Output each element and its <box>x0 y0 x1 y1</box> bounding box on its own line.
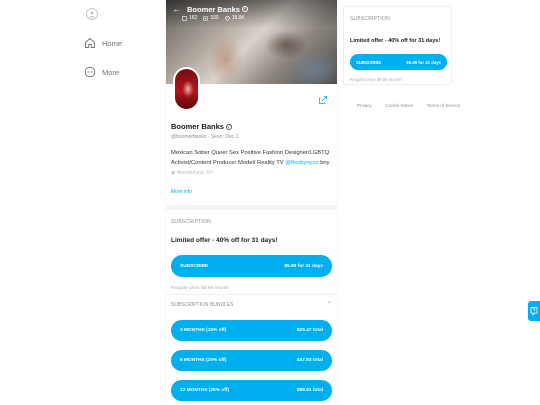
profile-handle-line: @boomerbanks · Seen: Dec 2 <box>171 134 331 140</box>
bundle-price: $25.47 total <box>296 328 323 333</box>
subscribe-button[interactable]: SUBSCRIBE $5.99 for 31 days <box>171 255 332 277</box>
bundle-price: $47.93 total <box>296 358 323 363</box>
profile-name-text: Boomer Banks <box>171 122 224 131</box>
cover-header: ← Boomer Banks ✓ <box>172 4 248 14</box>
user-avatar-icon[interactable] <box>86 8 98 20</box>
bundle-divider <box>166 294 337 295</box>
right-subscribe-label: SUBSCRIBE <box>356 59 382 65</box>
bundles-label: SUBSCRIPTION BUNDLES <box>171 301 234 308</box>
section-divider <box>166 205 337 210</box>
chevron-up-icon[interactable]: ⌃ <box>327 301 332 308</box>
subscription-label: SUBSCRIPTION <box>171 219 211 225</box>
likes-stat: 18.8K <box>224 15 245 21</box>
nav-item-home[interactable]: Home <box>84 37 154 49</box>
location-pin-icon: ◉ <box>171 170 176 176</box>
footer-separator: · <box>377 103 380 108</box>
media-icon <box>203 15 209 21</box>
privacy-link[interactable]: Privacy <box>357 103 372 108</box>
profile-bio: Mexican Sober Queer Sex Positive Fashion… <box>171 148 331 168</box>
posts-icon <box>182 15 187 21</box>
bio-link[interactable]: @flexbynyco <box>285 160 318 166</box>
cover-profile-name: Boomer Banks ✓ <box>187 4 248 14</box>
bio-tail: boy <box>320 160 330 166</box>
subscribe-button-label: SUBSCRIBE <box>180 263 209 269</box>
bundle-12-months-button[interactable]: 12 MONTHS (25% off) $89.91 total <box>171 380 332 401</box>
footer-links: Privacy · Cookie Notice · Terms of Servi… <box>357 103 460 108</box>
help-icon <box>530 307 538 316</box>
subscribe-button-price: $5.99 for 31 days <box>284 263 323 269</box>
profile-handle: @boomerbanks <box>171 134 207 140</box>
last-seen: Seen: Dec 2 <box>210 134 239 140</box>
likes-count: 18.8K <box>231 15 245 21</box>
bundle-label: 3 MONTHS (15% off) <box>180 328 227 333</box>
subscription-section: SUBSCRIPTION Limited offer - 40% off for… <box>171 219 332 291</box>
cover-name-text: Boomer Banks <box>187 4 240 14</box>
regular-price: Regular price $9.99 /month <box>171 286 229 291</box>
more-circle-icon <box>84 66 96 78</box>
verified-badge-icon: ✓ <box>225 123 232 130</box>
right-subscription-label: SUBSCRIPTION <box>350 16 390 22</box>
right-regular-price: Regular price $9.99 /month <box>350 77 402 82</box>
limited-offer-text: Limited offer - 40% off for 31 days! <box>171 237 278 244</box>
cookie-notice-link[interactable]: Cookie Notice <box>385 103 413 108</box>
share-icon[interactable] <box>318 95 328 105</box>
bundle-label: 6 MONTHS (20% off) <box>180 358 227 363</box>
profile-stats: 182 339 18.8K <box>182 15 245 21</box>
right-subscribe-price: $5.99 for 31 days <box>406 59 441 65</box>
verified-icon: ✓ <box>241 6 248 12</box>
media-stat: 339 <box>203 15 219 21</box>
nav-home-label: Home <box>102 38 123 48</box>
bundles-header[interactable]: SUBSCRIPTION BUNDLES ⌃ <box>171 301 332 309</box>
more-info-link[interactable]: More info <box>171 189 331 195</box>
right-subscription-card: SUBSCRIPTION Limited offer - 40% off for… <box>343 6 452 85</box>
posts-stat: 182 <box>182 15 197 21</box>
terms-of-service-link[interactable]: Terms of Service <box>427 103 461 108</box>
profile-column: ← Boomer Banks ✓ 182 339 18.8K Boomer Ba… <box>166 0 337 405</box>
left-navigation: Home More <box>84 8 154 78</box>
bundles-section: SUBSCRIPTION BUNDLES ⌃ 3 MONTHS (15% off… <box>171 301 332 401</box>
posts-count: 182 <box>189 15 198 21</box>
right-subscribe-button[interactable]: SUBSCRIBE $5.99 for 31 days <box>350 54 447 70</box>
help-button[interactable] <box>528 301 540 321</box>
bundle-label: 12 MONTHS (25% off) <box>180 388 230 393</box>
bundle-6-months-button[interactable]: 6 MONTHS (20% off) $47.93 total <box>171 350 332 371</box>
profile-avatar[interactable] <box>173 67 200 111</box>
profile-name: Boomer Banks ✓ <box>171 122 331 131</box>
location-text: Wonderland, NY <box>176 170 214 176</box>
handle-separator: · <box>207 134 210 140</box>
right-limited-offer-text: Limited offer - 40% off for 31 days! <box>350 38 441 44</box>
heart-icon <box>224 15 230 21</box>
nav-item-more[interactable]: More <box>84 66 154 78</box>
nav-more-label: More <box>102 67 120 77</box>
profile-info: Boomer Banks ✓ @boomerbanks · Seen: Dec … <box>171 122 331 195</box>
bundle-price: $89.91 total <box>296 388 323 393</box>
bundle-3-months-button[interactable]: 3 MONTHS (15% off) $25.47 total <box>171 320 332 341</box>
profile-location: ◉ Wonderland, NY <box>171 170 331 176</box>
back-arrow-icon[interactable]: ← <box>172 4 181 14</box>
home-icon <box>85 38 95 48</box>
media-count: 339 <box>210 15 219 21</box>
footer-separator: · <box>419 103 421 108</box>
